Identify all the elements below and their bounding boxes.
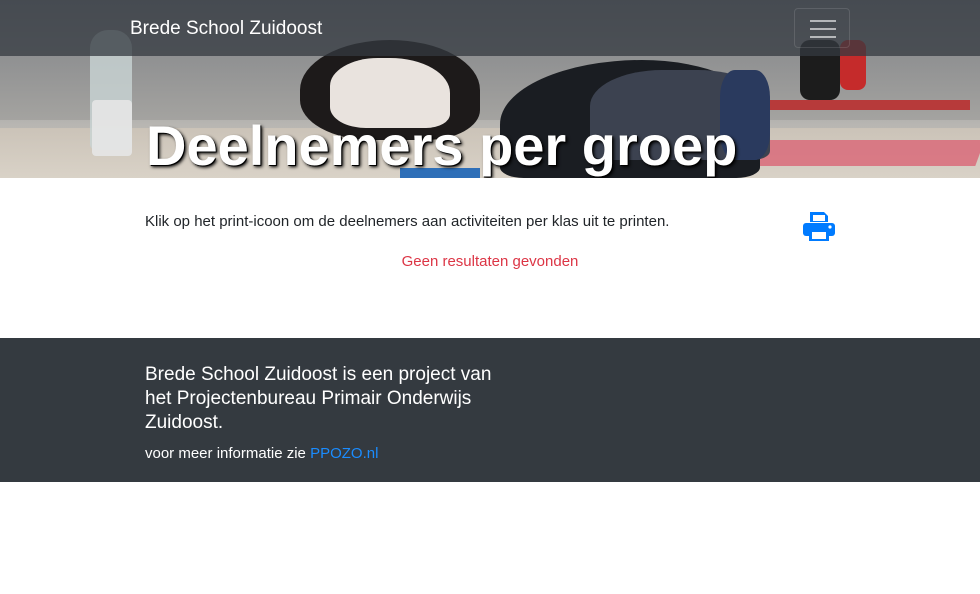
navbar-brand[interactable]: Brede School Zuidoost [130,18,322,40]
intro-text: Klik op het print-icoon om de deelnemers… [145,213,670,230]
ppozo-link[interactable]: PPOZO.nl [310,445,378,462]
printer-icon [803,212,835,241]
footer: Brede School Zuidoost is een project van… [0,338,980,482]
hero-banner: Brede School Zuidoost Deelnemers per gro… [0,0,980,178]
print-button[interactable] [802,210,836,242]
page-title: Deelnemers per groep [146,114,738,177]
navbar-toggle-button[interactable] [794,8,850,48]
footer-info: voor meer informatie zie PPOZO.nl [145,445,378,463]
hero-photo-child-legs [92,100,132,156]
hero-photo-mat [755,140,980,166]
hamburger-menu-icon [810,20,836,22]
footer-title: Brede School Zuidoost is een project van… [145,364,492,433]
hero-photo-bench [770,100,970,110]
hamburger-menu-icon [810,28,836,30]
no-results-message: Geen resultaten gevonden [401,253,579,270]
hamburger-menu-icon [810,36,836,38]
navbar: Brede School Zuidoost [0,0,980,56]
footer-info-text: voor meer informatie zie [145,445,306,462]
